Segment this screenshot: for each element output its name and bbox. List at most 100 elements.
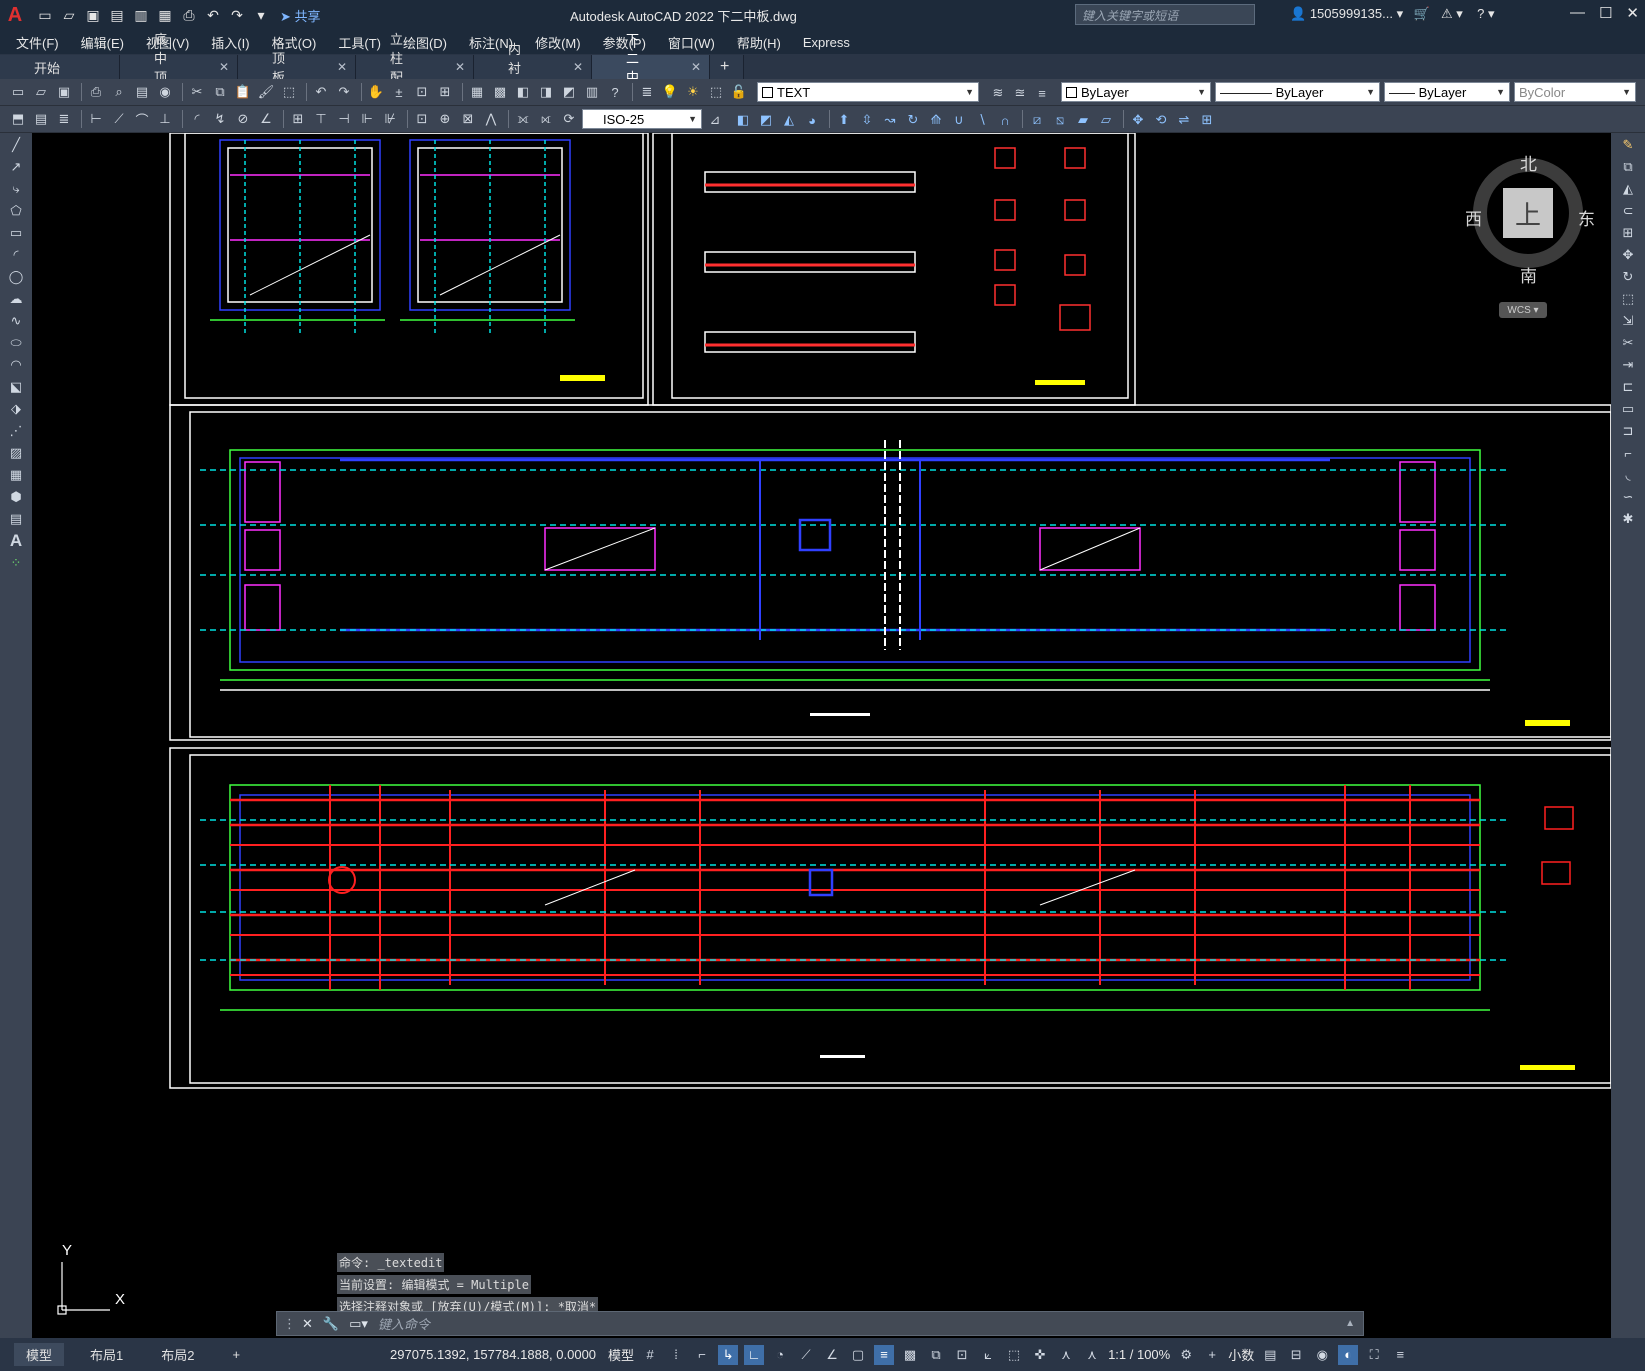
tab-current-drawing[interactable]: 下二中板*✕ [592, 32, 710, 104]
box-icon[interactable]: ◧ [733, 110, 753, 130]
osnap-icon[interactable]: ▢ [848, 1345, 868, 1365]
lineweight-dropdown[interactable]: —— ByLayer ▼ [1384, 82, 1510, 102]
close-icon[interactable]: ✕ [302, 1316, 313, 1332]
3d-osnap-icon[interactable]: ⊡ [952, 1345, 972, 1365]
make-current-icon[interactable]: ≋ [988, 83, 1008, 103]
cone-icon[interactable]: ◭ [779, 110, 799, 130]
isolate-objects-icon[interactable]: ◉ [1312, 1345, 1332, 1365]
quickcalc-icon[interactable]: ▥ [582, 82, 602, 102]
layer-manager-icon[interactable]: ≣ [637, 82, 657, 102]
menu-help[interactable]: 帮助(H) [737, 33, 781, 52]
menu-express[interactable]: Express [803, 35, 850, 50]
revcloud-icon[interactable]: ☁ [6, 289, 26, 309]
ellipse-arc-icon[interactable]: ◠ [6, 355, 26, 375]
redo-icon[interactable]: ↷ [334, 82, 354, 102]
open-web-icon[interactable]: ▥ [130, 4, 152, 26]
dim-space-icon[interactable]: ⊩ [357, 109, 377, 129]
redo-icon[interactable]: ↷ [226, 4, 248, 26]
subtract-icon[interactable]: ∖ [972, 110, 992, 130]
linear-dim-icon[interactable]: ⊢ [86, 109, 106, 129]
dynamic-input-icon[interactable]: ↳ [718, 1344, 739, 1365]
rectangle-icon[interactable]: ▭ [6, 223, 26, 243]
lock-ui-icon[interactable]: ⊟ [1286, 1345, 1306, 1365]
menu-insert[interactable]: 插入(I) [211, 33, 249, 52]
command-grip-icon[interactable]: ⋮ [283, 1316, 296, 1332]
tab-layout2[interactable]: 布局2 [149, 1343, 206, 1366]
save-icon[interactable]: ▣ [82, 4, 104, 26]
close-tab-icon[interactable]: ✕ [573, 60, 583, 74]
undo-icon[interactable]: ↶ [202, 4, 224, 26]
extrude-icon[interactable]: ⬆ [834, 110, 854, 130]
pan-icon[interactable]: ✋ [366, 82, 386, 102]
plotstyle-dropdown[interactable]: ByColor ▼ [1514, 82, 1636, 102]
hardware-acceleration-icon[interactable]: ◐ [1338, 1344, 1359, 1365]
arc-length-icon[interactable]: ⌒ [132, 109, 152, 129]
annotation-visibility-icon[interactable]: ⋏ [1056, 1345, 1076, 1365]
wedge-icon[interactable]: ◩ [756, 110, 776, 130]
trim-icon[interactable]: ✂ [1618, 333, 1638, 353]
quick-dim-icon[interactable]: ⊞ [288, 109, 308, 129]
thicken-icon[interactable]: ▰ [1073, 110, 1093, 130]
command-history-toggle-icon[interactable]: ▲ [1345, 1318, 1355, 1329]
plot-icon[interactable]: ⎙ [86, 82, 106, 102]
customize-icon[interactable]: 🔧 [323, 1316, 339, 1332]
wcs-menu[interactable]: WCS ▾ [1499, 302, 1547, 318]
arc-icon[interactable]: ◜ [6, 245, 26, 265]
slice-icon[interactable]: ⧄ [1027, 110, 1047, 130]
point-icon[interactable]: ⋰ [6, 421, 26, 441]
dimstyle-manager-icon[interactable]: ⊿ [705, 110, 725, 130]
sphere-icon[interactable]: ◕ [802, 110, 822, 130]
ordinate-dim-icon[interactable]: ⊥ [155, 109, 175, 129]
polyline-icon[interactable]: ⤷ [6, 179, 26, 199]
markup-icon[interactable]: ◩ [559, 82, 579, 102]
autocad-logo-icon[interactable]: A [0, 0, 30, 30]
move-icon[interactable]: ✥ [1618, 245, 1638, 265]
ortho-icon[interactable]: ∟ [744, 1344, 765, 1365]
selection-cycling-icon[interactable]: ⧉ [926, 1345, 946, 1365]
customize-qat-icon[interactable]: ▾ [250, 4, 272, 26]
tab-layout1[interactable]: 布局1 [78, 1343, 135, 1366]
diameter-dim-icon[interactable]: ⊘ [233, 109, 253, 129]
plot-icon[interactable]: ⎙ [178, 4, 200, 26]
center-mark-icon[interactable]: ⊕ [435, 109, 455, 129]
add-selected-icon[interactable]: ⁘ [6, 553, 26, 573]
command-input[interactable]: 键入命令 [378, 1314, 430, 1333]
snap-icon[interactable]: ⁞ [666, 1345, 686, 1365]
menu-edit[interactable]: 编辑(E) [81, 33, 124, 52]
selection-filter-icon[interactable]: ⬚ [1004, 1345, 1024, 1365]
jogged-dim-icon[interactable]: ↯ [210, 109, 230, 129]
layer-walk-icon[interactable]: ≣ [54, 109, 74, 129]
viewcube-west[interactable]: 西 [1465, 205, 1482, 230]
section-icon[interactable]: ⧅ [1050, 110, 1070, 130]
tool-palettes-icon[interactable]: ◧ [513, 82, 533, 102]
zoom-previous-icon[interactable]: ⊞ [435, 82, 455, 102]
close-icon[interactable]: ✕ [1626, 4, 1639, 22]
dim-break-icon[interactable]: ⊮ [380, 109, 400, 129]
workspace-icon[interactable]: ⬒ [8, 109, 28, 129]
units-dropdown[interactable]: 小数 [1228, 1345, 1254, 1364]
array-icon[interactable]: ⊞ [1618, 223, 1638, 243]
qnew-icon[interactable]: ▭ [8, 82, 28, 102]
workspace-gear-icon[interactable]: ⚙ [1176, 1345, 1196, 1365]
menu-file[interactable]: 文件(F) [16, 33, 59, 52]
viewcube[interactable]: 上 北 南 西 东 [1465, 148, 1595, 288]
copy-icon[interactable]: ⧉ [210, 82, 230, 102]
dim-edit-icon[interactable]: ⟗ [513, 109, 533, 129]
viewcube-top-face[interactable]: 上 [1503, 188, 1553, 238]
scale-icon[interactable]: ⬚ [1618, 289, 1638, 309]
make-block-icon[interactable]: ⬗ [6, 399, 26, 419]
linetype-dropdown[interactable]: ———— ByLayer ▼ [1215, 82, 1380, 102]
radius-dim-icon[interactable]: ◜ [187, 109, 207, 129]
paste-icon[interactable]: 📋 [233, 82, 253, 102]
polar-icon[interactable]: ◔ [770, 1345, 790, 1365]
3d-dwf-icon[interactable]: ◉ [155, 82, 175, 102]
aligned-dim-icon[interactable]: ⟋ [109, 109, 129, 129]
viewcube-east[interactable]: 东 [1578, 205, 1595, 230]
ellipse-icon[interactable]: ⬭ [6, 333, 26, 353]
drawing-canvas[interactable]: Y X [32, 133, 1611, 1338]
open-file-icon[interactable]: ▱ [58, 4, 80, 26]
layer-previous-icon[interactable]: ≊ [1010, 83, 1030, 103]
user-account[interactable]: 👤 1505999135... ▾ 🛒 ⚠ ▾ ? ▾ [1290, 6, 1495, 22]
tab-column[interactable]: 立柱配筋✕ [356, 32, 474, 104]
share-button[interactable]: ➤ 共享 [280, 6, 321, 25]
